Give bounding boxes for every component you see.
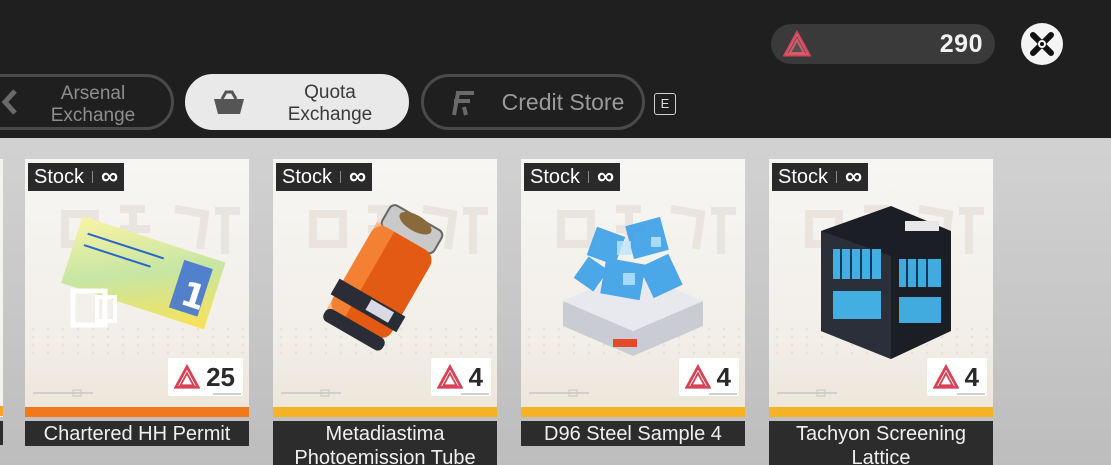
top-bar: 290 Arsenal Exchange Quota Exchange Credit… [0, 0, 1111, 138]
stock-label: Stock [778, 166, 829, 188]
close-button[interactable] [1021, 23, 1063, 65]
card-footer-decoration [777, 389, 987, 399]
price-value: 4 [468, 361, 483, 392]
stock-divider [836, 171, 838, 183]
stock-badge: Stock ∞ [524, 163, 621, 191]
rarity-bar [769, 407, 993, 417]
stock-badge: Stock ∞ [772, 163, 869, 191]
stock-value: ∞ [845, 163, 863, 190]
stock-badge: Stock ∞ [276, 163, 373, 191]
partial-card-name [0, 421, 3, 445]
credit-icon [452, 91, 474, 116]
tab-quota-exchange[interactable]: Quota Exchange [185, 74, 409, 130]
quota-token-icon [684, 364, 711, 389]
tab-label: Quota Exchange [287, 82, 373, 125]
rarity-bar [273, 407, 497, 417]
tab-credit-store[interactable]: Credit Store [421, 74, 645, 130]
steel-sample-icon [563, 216, 703, 356]
arsenal-icon [1, 89, 17, 115]
quota-token-icon [932, 364, 959, 389]
quota-token-icon [174, 364, 201, 389]
tab-arsenal-exchange[interactable]: Arsenal Exchange [0, 74, 174, 130]
shop-item-card[interactable]: Stock ∞ 4 [273, 159, 497, 417]
item-name: Metadiastima Photoemission Tube [273, 421, 497, 465]
rarity-bar [25, 407, 249, 417]
card-footer-decoration [281, 389, 491, 399]
shop-item-card[interactable]: Stock ∞ 4 [769, 159, 993, 417]
currency-value: 290 [939, 30, 983, 58]
tab-label: Arsenal Exchange [50, 83, 136, 126]
rarity-bar [521, 407, 745, 417]
stock-divider [92, 171, 94, 183]
item-name: D96 Steel Sample 4 [521, 421, 745, 446]
partial-card [0, 159, 3, 417]
photoemission-tube-icon [323, 204, 444, 351]
permit-ticket-icon: 1 [61, 216, 226, 330]
currency-display: 290 [771, 24, 995, 64]
partial-card-rarity [0, 406, 3, 416]
stock-divider [588, 171, 590, 183]
basket-icon [214, 90, 244, 114]
shop-item-card[interactable]: Stock ∞ 4 [521, 159, 745, 417]
stock-label: Stock [530, 166, 581, 188]
item-name: Tachyon Screening Lattice [769, 421, 993, 465]
stock-badge: Stock ∞ [28, 163, 125, 191]
key-hint: E [654, 93, 676, 115]
stock-value: ∞ [597, 163, 615, 190]
card-footer-decoration [33, 389, 243, 399]
screening-lattice-icon [821, 206, 951, 359]
price-value: 25 [206, 361, 235, 392]
stock-label: Stock [282, 166, 333, 188]
quota-token-icon [436, 364, 463, 389]
stock-label: Stock [34, 166, 85, 188]
stock-value: ∞ [349, 163, 367, 190]
shop-item-card[interactable]: Stock ∞ 1 25 [25, 159, 249, 417]
quota-token-icon [783, 30, 811, 57]
price-value: 4 [716, 361, 731, 392]
tab-label: Credit Store [501, 89, 625, 115]
price-value: 4 [964, 361, 979, 392]
stock-divider [340, 171, 342, 183]
item-name: Chartered HH Permit [25, 421, 249, 446]
close-x-icon [1030, 32, 1054, 56]
card-footer-decoration [529, 389, 739, 399]
stock-value: ∞ [101, 163, 119, 190]
